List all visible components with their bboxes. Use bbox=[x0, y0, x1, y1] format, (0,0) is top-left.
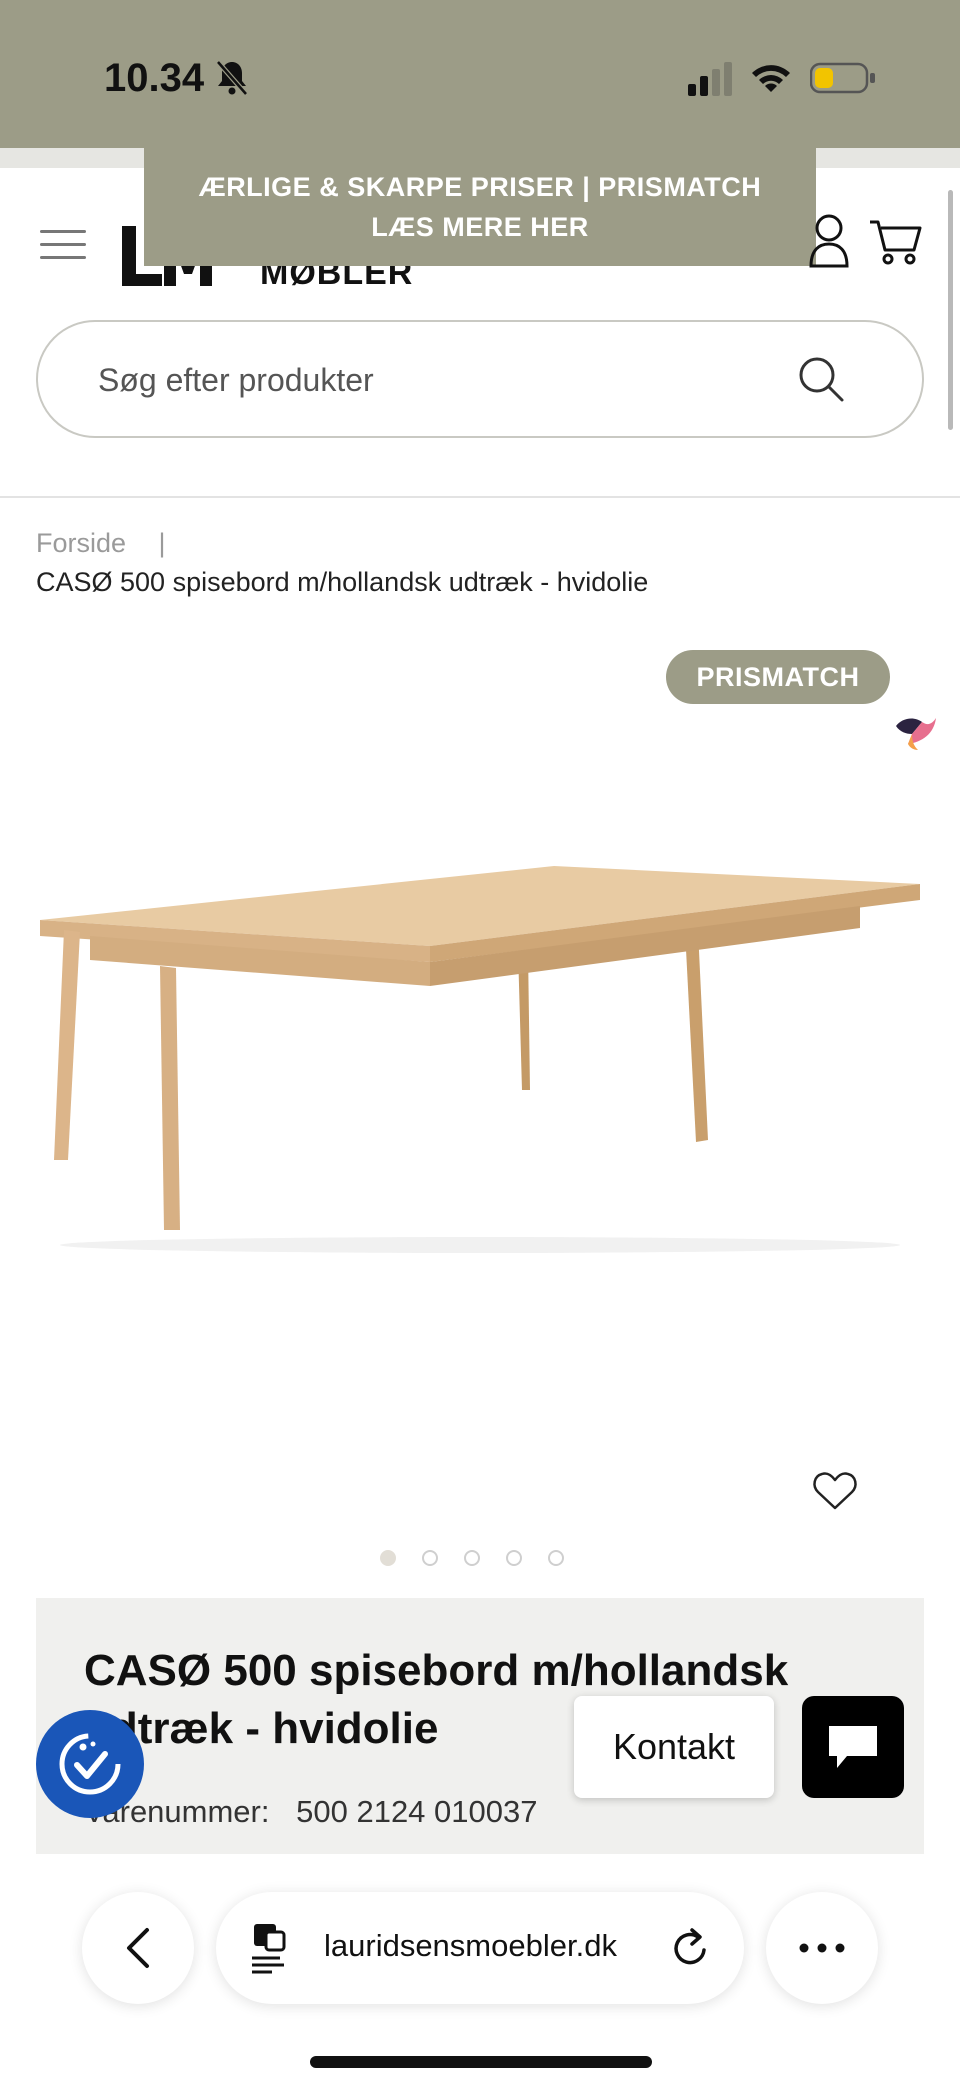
breadcrumb-current: CASØ 500 spisebord m/hollandsk udtræk - … bbox=[36, 567, 649, 597]
prismatch-badge: PRISMATCH bbox=[666, 650, 890, 704]
sku-value: 500 2124 010037 bbox=[296, 1794, 538, 1829]
status-time: 10.34 bbox=[104, 56, 205, 100]
more-options-button[interactable] bbox=[766, 1892, 878, 2004]
heart-icon[interactable] bbox=[812, 1470, 858, 1512]
search-input[interactable] bbox=[98, 358, 698, 402]
carousel-dot[interactable] bbox=[464, 1550, 480, 1566]
scrollbar[interactable] bbox=[948, 190, 953, 430]
accessibility-icon bbox=[59, 1733, 121, 1795]
page-icon bbox=[252, 1924, 286, 1974]
url-text: lauridsensmoebler.dk bbox=[324, 1928, 617, 1963]
chat-icon bbox=[829, 1726, 877, 1768]
promo-line-1: ÆRLIGE & SKARPE PRISER | PRISMATCH bbox=[198, 172, 762, 202]
carousel-dot[interactable] bbox=[380, 1550, 396, 1566]
promo-line-2[interactable]: LÆS MERE HER bbox=[371, 207, 589, 247]
wifi-icon bbox=[752, 65, 790, 92]
reload-icon[interactable] bbox=[668, 1926, 712, 1970]
cart-icon[interactable] bbox=[868, 212, 922, 268]
search-icon[interactable] bbox=[796, 354, 846, 404]
address-bar[interactable]: lauridsensmoebler.dk bbox=[216, 1892, 744, 2004]
hamburger-menu-icon[interactable] bbox=[40, 230, 86, 260]
breadcrumb-home[interactable]: Forside bbox=[36, 528, 126, 558]
product-photo-dining-table bbox=[40, 866, 920, 1253]
product-info-panel: CASØ 500 spisebord m/hollandsk udtræk - … bbox=[36, 1598, 924, 1854]
carousel-dots bbox=[380, 1550, 564, 1570]
breadcrumb: Forside | CASØ 500 spisebord m/hollandsk… bbox=[36, 528, 936, 598]
battery-icon bbox=[810, 62, 875, 94]
back-chevron-icon bbox=[127, 1928, 149, 1968]
home-indicator[interactable] bbox=[310, 2056, 652, 2068]
carousel-dot[interactable] bbox=[422, 1550, 438, 1566]
carousel-dot[interactable] bbox=[548, 1550, 564, 1566]
browser-back-button[interactable] bbox=[82, 1892, 194, 2004]
chat-button[interactable] bbox=[802, 1696, 904, 1798]
signal-icon bbox=[688, 62, 732, 96]
accessibility-button[interactable] bbox=[36, 1710, 144, 1818]
search-box[interactable] bbox=[36, 320, 924, 438]
sku-row: Varenummer: 500 2124 010037 bbox=[84, 1794, 537, 1830]
breadcrumb-separator: | bbox=[158, 528, 166, 558]
promo-banner[interactable]: ÆRLIGE & SKARPE PRISER | PRISMATCH LÆS M… bbox=[144, 148, 816, 266]
more-icon bbox=[799, 1943, 845, 1953]
carousel-dot[interactable] bbox=[506, 1550, 522, 1566]
user-icon[interactable] bbox=[808, 212, 850, 268]
status-bar: 10.34 bbox=[0, 0, 960, 148]
header-divider bbox=[0, 496, 960, 498]
contact-button[interactable]: Kontakt bbox=[574, 1696, 774, 1798]
side-tag-icon[interactable] bbox=[888, 704, 940, 756]
bell-slash-icon bbox=[216, 60, 248, 96]
